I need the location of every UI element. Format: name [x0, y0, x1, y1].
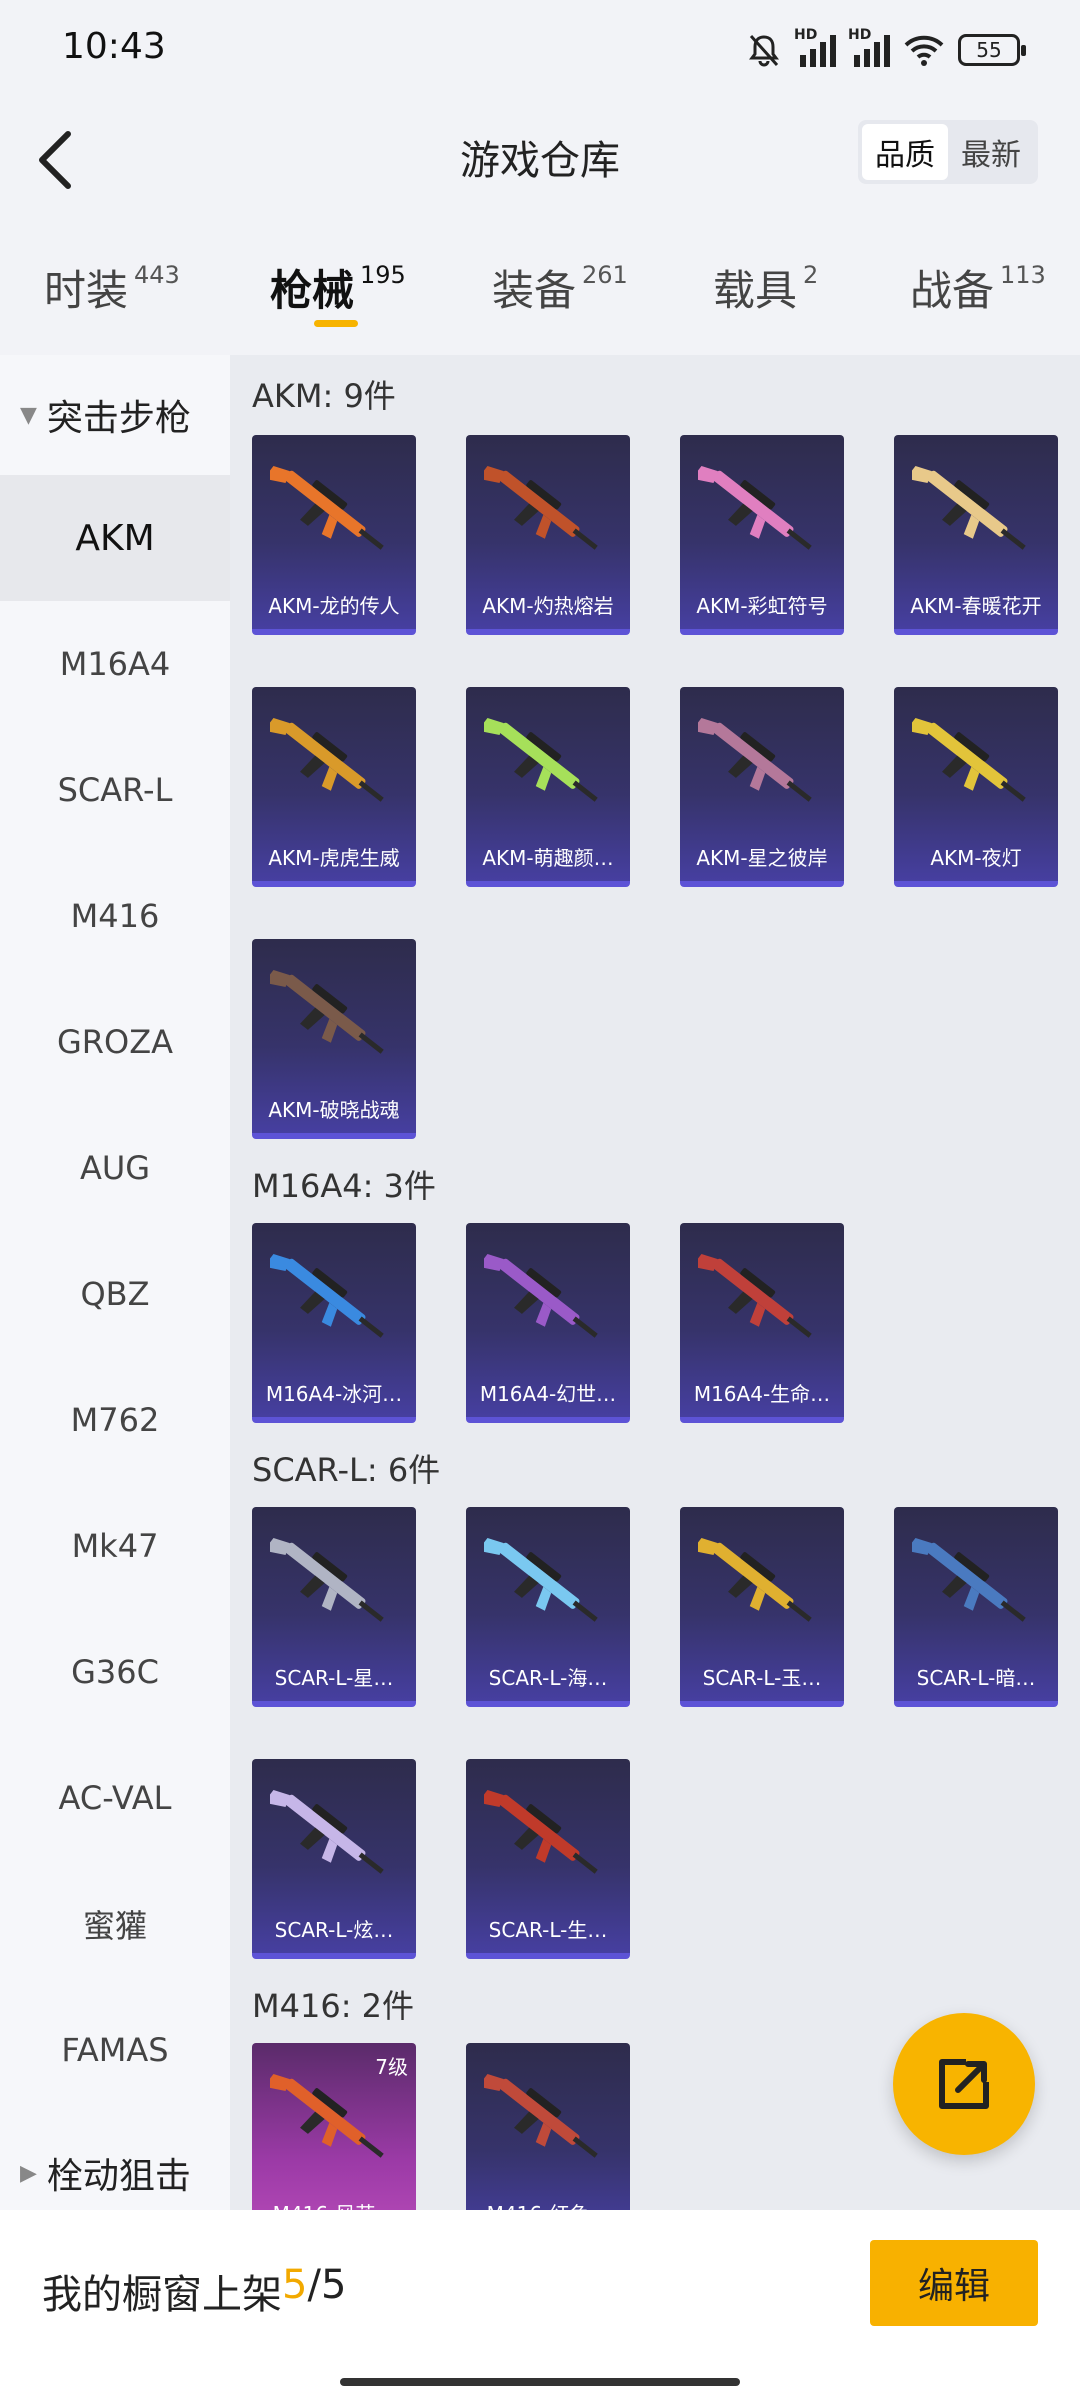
gun-icon [484, 717, 598, 802]
battery-level: 55 [976, 38, 1002, 62]
sort-option-newest[interactable]: 最新 [948, 124, 1034, 180]
share-icon [939, 2059, 989, 2109]
skin-card[interactable]: SCAR-L-生… [466, 1759, 630, 1959]
status-icons: HD HD 55 [746, 27, 1026, 72]
gun-icon [484, 1253, 598, 1338]
category-assault-rifle[interactable]: ▼ 突击步枪 [0, 355, 230, 475]
category-label: 栓动狙击 [46, 2156, 191, 2197]
skin-card[interactable]: AKM-彩虹符号 [680, 435, 844, 635]
tab-vehicles[interactable]: 载具 2 [713, 257, 818, 318]
status-bar: 10:43 HD HD 55 [0, 0, 1080, 100]
category-bolt-sniper[interactable]: ▶ 栓动狙击 [0, 2113, 230, 2210]
sort-toggle: 品质 最新 [858, 120, 1038, 184]
sidebar-item-ac-val[interactable]: AC-VAL [0, 1735, 230, 1861]
gun-icon [270, 2073, 384, 2158]
sort-option-quality[interactable]: 品质 [862, 124, 948, 180]
sidebar-item-famas[interactable]: FAMAS [0, 1987, 230, 2113]
weapon-sidebar: ▼ 突击步枪 AKM M16A4 SCAR-L M416 GROZA AUG Q… [0, 355, 230, 2210]
gun-icon [270, 1253, 384, 1338]
home-indicator[interactable] [340, 2378, 740, 2386]
sidebar-item-m416[interactable]: M416 [0, 853, 230, 979]
skin-card[interactable]: SCAR-L-暗… [894, 1507, 1058, 1707]
skin-card[interactable]: SCAR-L-炫… [252, 1759, 416, 1959]
gun-icon [912, 465, 1026, 550]
level-badge: 7级 [375, 2055, 408, 2079]
gun-icon [484, 1537, 598, 1622]
skin-card[interactable]: SCAR-L-玉… [680, 1507, 844, 1707]
gun-icon [484, 465, 598, 550]
header: 游戏仓库 品质 最新 [0, 100, 1080, 220]
weapon-grid: AKM: 9件 AKM-龙的传人 AKM-灼热熔岩 AKM-彩虹符号 AKM-春… [230, 355, 1080, 2210]
skin-card[interactable]: AKM-虎虎生威 [252, 687, 416, 887]
tab-battle-prep[interactable]: 战备 113 [910, 257, 1046, 318]
sidebar-item-honey-badger[interactable]: 蜜獾 [0, 1861, 230, 1987]
tab-firearms[interactable]: 枪械 195 [270, 257, 406, 318]
chevron-right-icon: ▶ [20, 2160, 37, 2186]
skin-card[interactable]: AKM-破晓战魂 [252, 939, 416, 1139]
category-label: 突击步枪 [46, 398, 191, 439]
sidebar-item-g36c[interactable]: G36C [0, 1609, 230, 1735]
sidebar-item-m762[interactable]: M762 [0, 1357, 230, 1483]
section-title-scar-l: SCAR-L: 6件 [252, 1451, 441, 1489]
skin-card[interactable]: AKM-夜灯 [894, 687, 1058, 887]
skin-card[interactable]: SCAR-L-星… [252, 1507, 416, 1707]
signal-icon: HD [794, 27, 836, 67]
skin-card[interactable]: AKM-萌趣颜… [466, 687, 630, 887]
section-title-m16a4: M16A4: 3件 [252, 1167, 436, 1205]
gun-icon [270, 969, 384, 1054]
skin-card[interactable]: AKM-灼热熔岩 [466, 435, 630, 635]
skin-card[interactable]: SCAR-L-海… [466, 1507, 630, 1707]
gun-icon [484, 1789, 598, 1874]
sidebar-item-aug[interactable]: AUG [0, 1105, 230, 1231]
showcase-status: 我的橱窗上架 5/5 [42, 2262, 347, 2318]
sidebar-item-mk47[interactable]: Mk47 [0, 1483, 230, 1609]
gun-icon [698, 1253, 812, 1338]
sidebar-item-m16a4[interactable]: M16A4 [0, 601, 230, 727]
chevron-down-icon: ▼ [20, 402, 37, 428]
tab-active-indicator [314, 320, 358, 327]
bottom-bar: 我的橱窗上架 5/5 编辑 [0, 2210, 1080, 2400]
skin-card[interactable]: M416-红色… [466, 2043, 630, 2210]
signal-icon: HD [848, 27, 890, 67]
skin-card[interactable]: M16A4-冰河… [252, 1223, 416, 1423]
share-button[interactable] [893, 2013, 1035, 2155]
skin-card[interactable]: AKM-星之彼岸 [680, 687, 844, 887]
gun-icon [270, 465, 384, 550]
section-title-akm: AKM: 9件 [252, 377, 396, 415]
gun-icon [912, 717, 1026, 802]
skin-card[interactable]: AKM-春暖花开 [894, 435, 1058, 635]
skin-card[interactable]: M16A4-生命… [680, 1223, 844, 1423]
gun-icon [698, 465, 812, 550]
skin-card[interactable]: M16A4-幻世… [466, 1223, 630, 1423]
section-title-m416: M416: 2件 [252, 1987, 415, 2025]
skin-card[interactable]: 7级M416-风花… [252, 2043, 416, 2210]
status-time: 10:43 [62, 26, 166, 67]
gun-icon [270, 717, 384, 802]
tab-equipment[interactable]: 装备 261 [492, 257, 628, 318]
battery-icon: 55 [958, 34, 1026, 66]
gun-icon [912, 1537, 1026, 1622]
gun-icon [270, 1537, 384, 1622]
wifi-icon [904, 35, 944, 66]
gun-icon [698, 717, 812, 802]
showcase-count: 5 [282, 2262, 308, 2308]
edit-button[interactable]: 编辑 [870, 2240, 1038, 2326]
gun-icon [484, 2073, 598, 2158]
tab-fashion[interactable]: 时装 443 [44, 257, 180, 318]
back-icon[interactable] [26, 120, 86, 200]
skin-card[interactable]: AKM-龙的传人 [252, 435, 416, 635]
sidebar-item-groza[interactable]: GROZA [0, 979, 230, 1105]
sidebar-item-qbz[interactable]: QBZ [0, 1231, 230, 1357]
sidebar-item-scar-l[interactable]: SCAR-L [0, 727, 230, 853]
category-tabs: 时装 443 枪械 195 装备 261 载具 2 战备 113 [0, 235, 1080, 345]
gun-icon [270, 1789, 384, 1874]
gun-icon [698, 1537, 812, 1622]
mute-bell-icon [749, 34, 779, 67]
sidebar-item-akm[interactable]: AKM [0, 475, 230, 601]
